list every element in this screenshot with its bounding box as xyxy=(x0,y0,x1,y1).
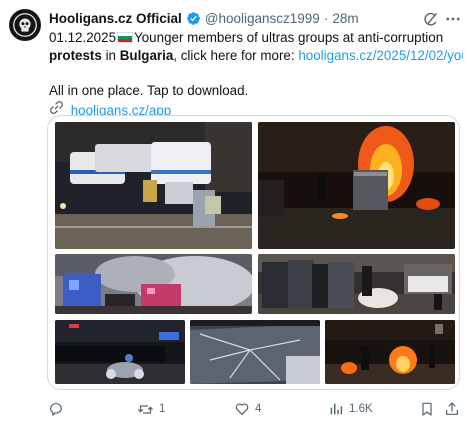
share-button[interactable] xyxy=(444,398,460,420)
media-photo-5[interactable] xyxy=(55,320,185,384)
media-photo-2[interactable] xyxy=(258,122,455,249)
media-photo-1[interactable] xyxy=(55,122,252,249)
view-count: 1.6K xyxy=(349,403,373,415)
avatar[interactable] xyxy=(9,9,41,41)
like-count: 4 xyxy=(255,403,262,415)
text-in: in xyxy=(101,48,120,63)
post-date: 01.12.2025 xyxy=(49,30,117,45)
media-photo-4[interactable] xyxy=(258,254,455,314)
text-gap xyxy=(49,65,463,82)
like-button[interactable]: 4 xyxy=(234,398,261,420)
text-line-1: 01.12.2025 Younger members of ultras grou… xyxy=(49,29,463,47)
text-line-2-rest: , click here for more: xyxy=(173,48,299,63)
post-time[interactable]: 28m xyxy=(332,11,358,26)
tweet[interactable]: Hooligans.cz Official @hooliganscz1999 ·… xyxy=(0,0,468,424)
media-grid xyxy=(47,115,460,390)
reply-button[interactable] xyxy=(48,398,69,420)
repost-icon xyxy=(137,401,154,418)
reply-icon xyxy=(48,401,64,417)
article-link[interactable]: hooligans.cz/2025/12/02/you… xyxy=(298,48,463,63)
bookmark-button[interactable] xyxy=(419,398,435,420)
link-icon xyxy=(49,100,67,115)
text-line-3: All in one place. Tap to download. xyxy=(49,83,249,98)
views-button[interactable]: 1.6K xyxy=(328,398,373,420)
tweet-text: 01.12.2025 Younger members of ultras grou… xyxy=(49,29,463,120)
repost-count: 1 xyxy=(159,403,166,415)
media-photo-7[interactable] xyxy=(325,320,455,384)
more-icon[interactable] xyxy=(443,8,463,30)
media-photo-6[interactable] xyxy=(190,320,320,384)
like-icon xyxy=(234,401,250,417)
text-line-2: protests in Bulgaria, click here for mor… xyxy=(49,47,463,65)
bulgaria-flag-icon xyxy=(117,32,134,43)
views-icon xyxy=(328,401,344,417)
bold-bulgaria: Bulgaria xyxy=(119,48,174,63)
header-separator: · xyxy=(323,10,329,26)
author-name[interactable]: Hooligans.cz Official xyxy=(49,11,182,26)
grok-icon[interactable] xyxy=(419,8,441,30)
media-photo-3[interactable] xyxy=(55,254,252,314)
action-bar: 1 4 1.6K xyxy=(47,398,460,420)
repost-button[interactable]: 1 xyxy=(137,398,165,420)
text-line-1-rest: Younger members of ultras groups at anti… xyxy=(134,30,444,45)
bold-protests: protests xyxy=(49,48,102,63)
share-icon xyxy=(444,401,460,417)
verified-badge-icon xyxy=(186,11,201,26)
author-handle[interactable]: @hooliganscz1999 xyxy=(205,11,320,26)
tweet-header: Hooligans.cz Official @hooliganscz1999 ·… xyxy=(49,9,359,27)
bookmark-icon xyxy=(419,401,435,417)
